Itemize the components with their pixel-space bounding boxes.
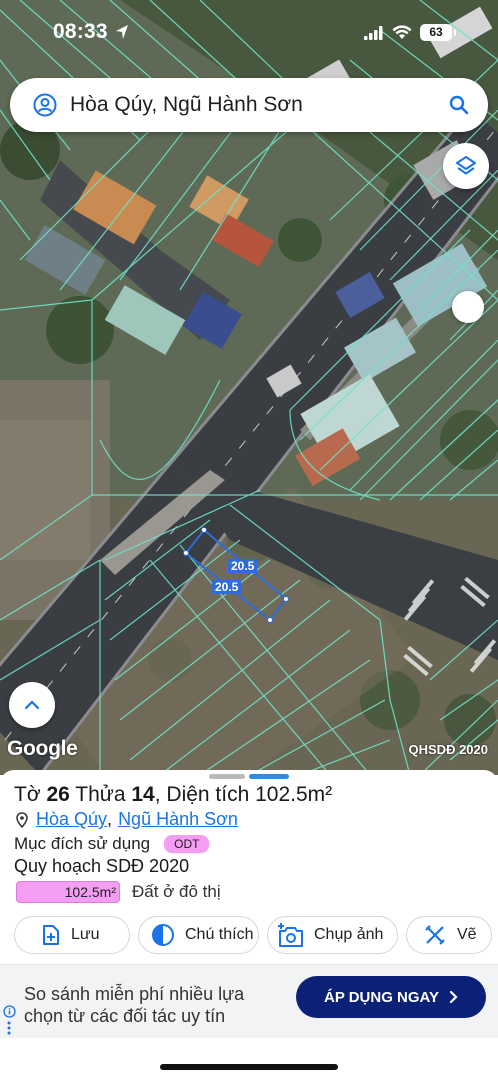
plan-area-row: 102.5m² Đất ở đô thị — [16, 881, 221, 903]
draw-button[interactable]: Vẽ — [406, 916, 492, 954]
parcel-area: 102.5m² — [255, 783, 333, 806]
search-input[interactable]: Hòa Qúy, Ngũ Hành Sơn — [70, 93, 303, 117]
plan-title: Quy hoạch SDĐ 2020 — [14, 856, 190, 876]
ad-line-1: So sánh miễn phí nhiều lựa — [24, 984, 245, 1004]
chevron-right-icon — [449, 990, 458, 1004]
ad-banner[interactable]: So sánh miễn phí nhiều lựa chọn từ các đ… — [0, 964, 498, 1038]
chevron-up-icon — [24, 700, 40, 710]
layers-button[interactable] — [443, 143, 489, 189]
drag-handle-segment-active[interactable] — [249, 774, 289, 779]
address-separator: , — [107, 809, 113, 829]
ward-link[interactable]: Hòa Qúy — [36, 809, 107, 830]
apply-now-label: ÁP DỤNG NGAY — [323, 988, 440, 1006]
plot-number: 14 — [131, 783, 155, 806]
draw-ruler-icon — [423, 923, 447, 947]
satellite-map[interactable]: 20.5 20.5 08:33 63 Hòa Qúy, Ngũ Hành Sơn… — [0, 0, 498, 775]
ad-line-2: chọn từ các đối tác uy tín — [24, 1006, 226, 1026]
ad-text: So sánh miễn phí nhiều lựa chọn từ các đ… — [24, 983, 244, 1027]
save-button[interactable]: Lưu — [14, 916, 130, 954]
draw-label: Vẽ — [457, 926, 477, 943]
add-file-icon — [41, 924, 61, 946]
title-suffix: , Diện tích — [154, 783, 250, 806]
ad-options-icon[interactable] — [7, 1021, 11, 1035]
sheet-number: 26 — [46, 783, 70, 806]
take-photo-button[interactable]: Chụp ảnh — [267, 916, 398, 954]
legend-label: Chú thích — [185, 926, 254, 943]
search-icon[interactable] — [448, 94, 470, 116]
layers-icon — [456, 156, 476, 175]
parcel-title: Tờ 26 Thửa 14, Diện tích 102.5m² — [14, 783, 332, 807]
sheet-drag-handle[interactable] — [209, 774, 289, 779]
save-label: Lưu — [71, 926, 100, 943]
add-photo-icon — [276, 922, 304, 948]
battery-indicator: 63 — [420, 24, 456, 41]
ad-info-icon[interactable] — [3, 1005, 16, 1018]
plan-area-bar: 102.5m² — [16, 881, 120, 903]
parcel-dimension-label: 20.5 — [228, 559, 258, 573]
legend-button[interactable]: Chú thích — [138, 916, 259, 954]
wifi-icon — [392, 25, 412, 39]
plan-use-label: Đất ở đô thị — [132, 882, 221, 901]
parcel-info-sheet[interactable]: Tờ 26 Thửa 14, Diện tích 102.5m² Hòa Qúy… — [0, 770, 498, 1080]
home-indicator[interactable] — [160, 1064, 338, 1070]
land-use-purpose: Mục đích sử dụng ODT — [14, 834, 210, 854]
contrast-icon — [151, 923, 175, 947]
status-icons: 63 — [364, 24, 456, 41]
account-icon[interactable] — [33, 93, 57, 117]
signal-icon — [364, 25, 383, 40]
apply-now-button[interactable]: ÁP DỤNG NGAY — [296, 976, 486, 1018]
google-logo: Google — [7, 737, 78, 760]
search-bar[interactable]: Hòa Qúy, Ngũ Hành Sơn — [10, 78, 488, 132]
location-arrow-icon — [116, 25, 128, 39]
title-prefix: Tờ — [14, 783, 41, 806]
parcel-dimension-label: 20.5 — [212, 580, 242, 594]
map-source-label: QHSDĐ 2020 — [408, 742, 488, 757]
purpose-code-badge: ODT — [164, 835, 210, 853]
district-link[interactable]: Ngũ Hành Sơn — [118, 809, 238, 830]
expand-up-button[interactable] — [9, 682, 55, 728]
title-mid: Thửa — [75, 783, 126, 806]
status-time: 08:33 — [53, 20, 108, 43]
map-slider-handle[interactable] — [452, 291, 484, 323]
address-row: Hòa Qúy, Ngũ Hành Sơn — [16, 809, 238, 830]
status-bar: 08:33 63 — [0, 0, 498, 66]
location-pin-icon — [16, 811, 28, 828]
drag-handle-segment[interactable] — [209, 774, 245, 779]
purpose-label: Mục đích sử dụng — [14, 834, 151, 853]
photo-label: Chụp ảnh — [314, 926, 384, 943]
action-buttons: Lưu Chú thích Chụp ảnh Vẽ — [14, 916, 492, 954]
